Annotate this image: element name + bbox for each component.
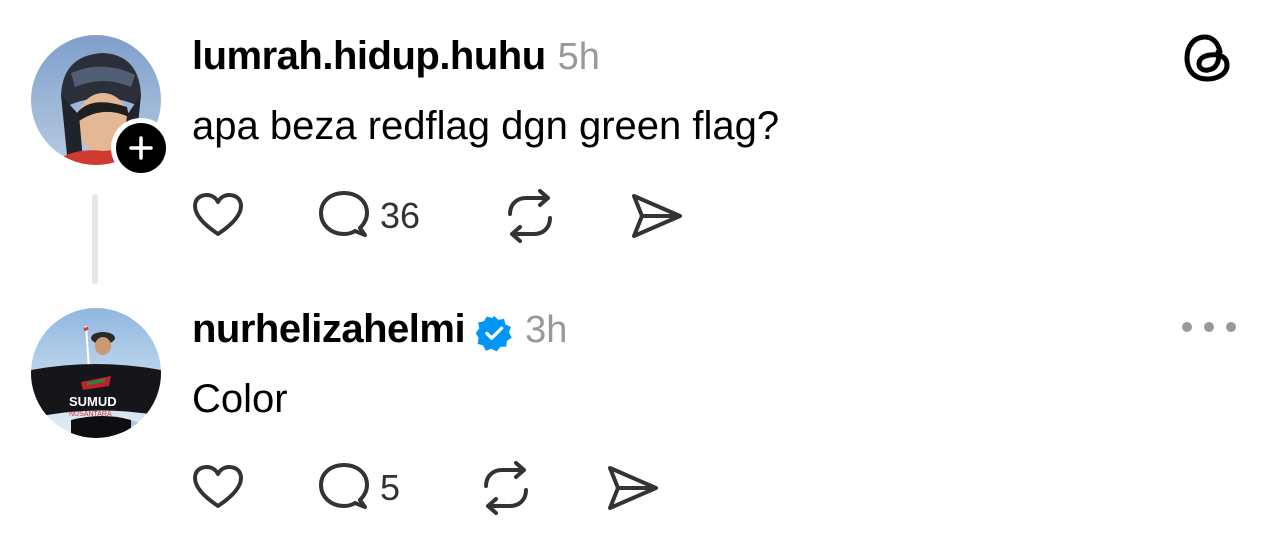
heart-icon	[193, 465, 243, 508]
repost-button[interactable]	[502, 188, 558, 244]
post-header: lumrah.hidup.huhu 5h	[192, 34, 600, 79]
username[interactable]: nurhelizahelmi	[192, 307, 466, 352]
like-button[interactable]	[190, 188, 246, 244]
post-text: Color	[192, 377, 288, 421]
send-icon	[608, 466, 658, 510]
repost-icon	[484, 461, 528, 515]
comment-count: 36	[380, 195, 421, 236]
post-text: apa beza redflag dgn green flag?	[192, 104, 780, 148]
repost-button[interactable]	[478, 460, 534, 516]
share-button[interactable]	[628, 188, 684, 244]
comment-count: 5	[380, 467, 401, 508]
heart-icon	[193, 193, 243, 236]
threads-logo-icon[interactable]	[1180, 30, 1236, 86]
thread-connector-line	[92, 194, 98, 284]
reply-post: SUMUD NUSANTARA nurhelizahelmi 3h Color …	[0, 290, 1280, 552]
repost-icon	[508, 189, 552, 243]
follow-button[interactable]	[111, 118, 171, 178]
svg-text:SUMUD: SUMUD	[69, 394, 117, 409]
thread-post: lumrah.hidup.huhu 5h apa beza redflag dg…	[0, 0, 1280, 284]
send-icon	[632, 194, 682, 238]
comment-button[interactable]: 5	[316, 460, 400, 516]
timestamp[interactable]: 5h	[558, 36, 600, 79]
username[interactable]: lumrah.hidup.huhu	[192, 34, 546, 79]
post-header: nurhelizahelmi 3h	[192, 307, 567, 352]
comment-icon	[319, 463, 369, 509]
avatar[interactable]: SUMUD NUSANTARA	[31, 308, 161, 438]
verified-badge-icon	[475, 315, 512, 351]
plus-icon	[129, 136, 153, 160]
comment-button[interactable]: 36	[316, 188, 420, 244]
more-horizontal-icon[interactable]	[1182, 312, 1236, 342]
avatar-photo: SUMUD NUSANTARA	[31, 308, 161, 438]
like-button[interactable]	[190, 460, 246, 516]
share-button[interactable]	[604, 460, 660, 516]
action-bar: 36	[190, 188, 710, 244]
action-bar: 5	[190, 460, 710, 516]
timestamp[interactable]: 3h	[525, 309, 567, 352]
comment-icon	[319, 191, 369, 237]
